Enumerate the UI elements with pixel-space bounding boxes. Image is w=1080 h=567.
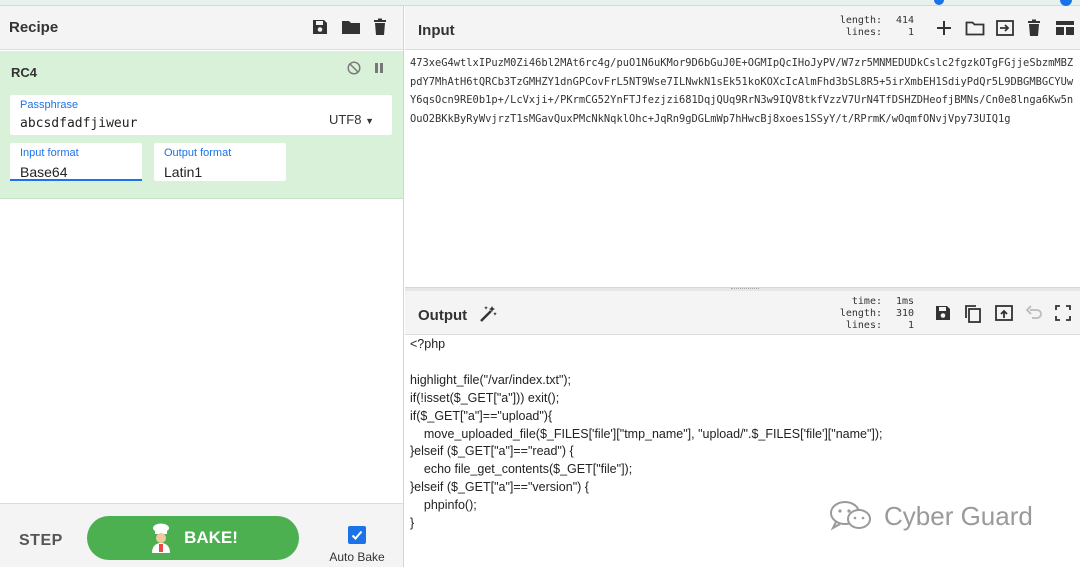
checkbox-checked-icon[interactable] xyxy=(348,526,366,544)
input-panel: Input length: 414 lines: 1 473xeG4wtlxIP… xyxy=(405,6,1080,287)
time-value: 1ms xyxy=(895,296,914,307)
output-format-field[interactable]: Output format Latin1 xyxy=(154,143,286,181)
lines-value: 1 xyxy=(907,320,914,331)
recipe-header: Recipe xyxy=(0,6,403,50)
bake-label: BAKE! xyxy=(184,528,238,547)
encoding-dropdown[interactable]: UTF8 ▼ xyxy=(329,112,374,127)
input-format-value: Base64 xyxy=(20,164,68,180)
chef-icon xyxy=(148,523,174,553)
output-format-value: Latin1 xyxy=(164,164,203,180)
recipe-panel: Recipe RC4 Passphrase abcsdfadfjiweur UT… xyxy=(0,6,404,567)
auto-bake-label: Auto Bake xyxy=(329,550,385,564)
output-format-label: Output format xyxy=(164,147,232,159)
length-label: length: xyxy=(839,15,882,26)
watermark-text: Cyber Guard xyxy=(884,500,1033,531)
resize-grip[interactable] xyxy=(731,288,759,290)
passphrase-label: Passphrase xyxy=(20,99,79,111)
pause-icon[interactable] xyxy=(373,61,385,75)
cyberchef-app: Recipe RC4 Passphrase abcsdfadfjiweur UT… xyxy=(0,0,1080,567)
trash-icon[interactable] xyxy=(1025,19,1043,37)
output-title: Output xyxy=(418,307,468,324)
length-value: 310 xyxy=(895,308,914,319)
input-header: Input length: 414 lines: 1 xyxy=(405,6,1080,50)
recipe-footer: STEP BAKE! Auto Bake xyxy=(0,503,403,567)
operation-title: RC4 xyxy=(11,65,38,80)
auto-bake-toggle[interactable]: Auto Bake xyxy=(327,526,387,564)
step-button[interactable]: STEP xyxy=(19,532,63,550)
fullscreen-icon[interactable] xyxy=(1054,304,1072,322)
length-label: length: xyxy=(839,308,882,319)
trash-icon[interactable] xyxy=(371,18,389,36)
lines-label: lines: xyxy=(845,320,882,331)
copy-icon[interactable] xyxy=(964,304,982,323)
save-icon[interactable] xyxy=(311,18,329,36)
encoding-value: UTF8 xyxy=(328,112,362,127)
input-format-label: Input format xyxy=(20,147,79,159)
disable-icon[interactable] xyxy=(347,61,361,75)
focus-underline xyxy=(10,179,142,181)
settings-icon[interactable] xyxy=(934,0,944,5)
folder-icon[interactable] xyxy=(341,18,360,36)
lines-value: 1 xyxy=(907,27,914,38)
caret-down-icon: ▼ xyxy=(365,116,374,126)
folder-icon[interactable] xyxy=(965,19,985,37)
bake-button[interactable]: BAKE! xyxy=(87,516,299,560)
lines-label: lines: xyxy=(845,27,882,38)
passphrase-field[interactable]: Passphrase abcsdfadfjiweur UTF8 ▼ xyxy=(10,95,392,135)
passphrase-input[interactable]: abcsdfadfjiweur xyxy=(20,116,137,131)
time-label: time: xyxy=(851,296,882,307)
input-textarea[interactable]: 473xeG4wtlxIPuzM0Zi46bl2MAt6rc4g/puO1N6u… xyxy=(410,54,1078,128)
output-stats: time: 1ms length: 310 lines: 1 xyxy=(840,296,914,332)
replace-input-icon[interactable] xyxy=(994,304,1013,322)
input-title: Input xyxy=(418,22,455,39)
rc4-operation[interactable]: RC4 Passphrase abcsdfadfjiweur UTF8 ▼ In… xyxy=(0,51,403,199)
magic-wand-icon[interactable] xyxy=(478,304,497,322)
save-icon[interactable] xyxy=(934,304,952,322)
output-header: Output time: 1ms length: 310 lines: 1 xyxy=(405,291,1080,335)
plus-icon[interactable] xyxy=(935,19,953,37)
import-icon[interactable] xyxy=(995,19,1014,37)
length-value: 414 xyxy=(895,15,914,26)
input-format-field[interactable]: Input format Base64 xyxy=(10,143,142,181)
recipe-title: Recipe xyxy=(9,19,59,36)
watermark: Cyber Guard xyxy=(828,500,1033,532)
layout-icon[interactable] xyxy=(1055,19,1074,37)
wechat-icon xyxy=(828,500,874,532)
input-stats: length: 414 lines: 1 xyxy=(840,15,914,39)
undo-icon[interactable] xyxy=(1024,304,1042,322)
